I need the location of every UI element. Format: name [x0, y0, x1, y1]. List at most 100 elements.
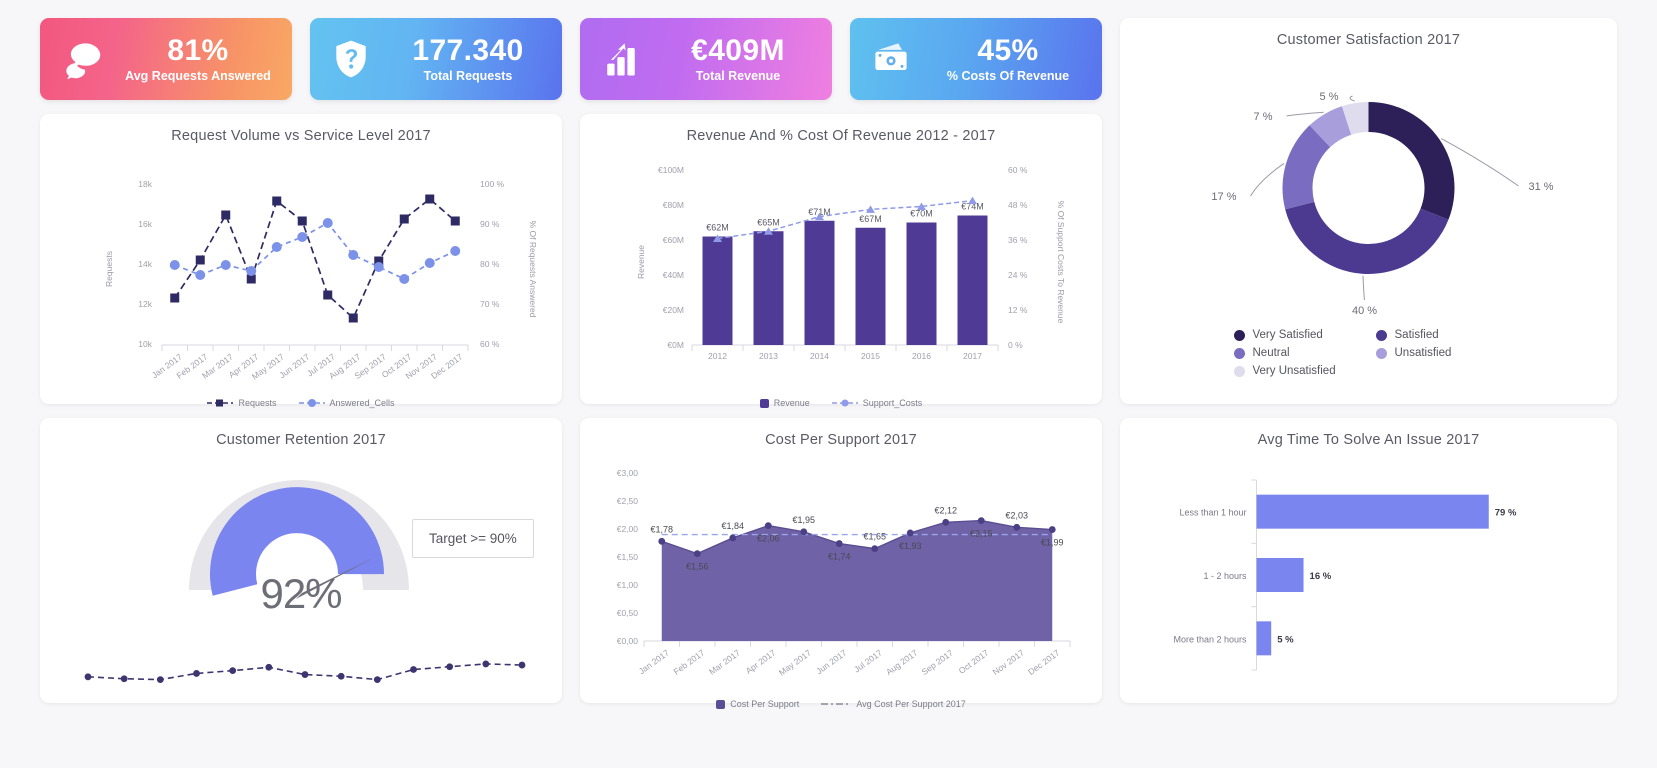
y2-axis-label: % Of Requests Answered	[528, 221, 538, 318]
chart-title-avg-time-to-solve: Avg Time To Solve An Issue 2017	[1257, 432, 1480, 448]
y2-tick: 36 %	[1008, 235, 1028, 245]
y-tick-marks	[1251, 479, 1257, 671]
svg-text:€67M: €67M	[859, 214, 882, 224]
y-tick: €80M	[663, 200, 684, 210]
y-tick: €1,00	[617, 580, 639, 590]
y-tick: 10k	[138, 339, 152, 349]
legend-item-very-unsatisfied[interactable]: Very Unsatisfied	[1233, 365, 1362, 377]
kpi-value: 81%	[167, 34, 229, 68]
y2-tick: 80 %	[480, 259, 500, 269]
legend-item[interactable]: Avg Cost Per Support 2017	[821, 699, 966, 709]
svg-text:€62M: €62M	[706, 223, 729, 233]
svg-text:1 - 2 hours: 1 - 2 hours	[1203, 571, 1247, 581]
y2-tick: 24 %	[1008, 270, 1028, 280]
svg-text:Nov 2017: Nov 2017	[991, 647, 1027, 677]
y2-tick: 90 %	[480, 219, 500, 229]
svg-text:Jun 2017: Jun 2017	[814, 647, 848, 676]
target-box: Target >= 90%	[412, 519, 534, 558]
svg-text:Less than 1 hour: Less than 1 hour	[1179, 508, 1246, 518]
kpi-row: 81% Avg Requests Answered 177.340 Total …	[40, 18, 1102, 100]
kpi-value: 45%	[977, 34, 1039, 68]
y2-axis-label: % Of Support Costs To Revenue	[1056, 201, 1066, 324]
x-tick-marks	[161, 345, 469, 351]
svg-text:€1,93: €1,93	[899, 541, 922, 551]
svg-text:Oct 2017: Oct 2017	[957, 647, 991, 676]
legend-marker-revenue	[759, 398, 769, 408]
svg-text:Feb 2017: Feb 2017	[671, 647, 706, 676]
series-points-answered	[169, 218, 461, 284]
svg-text:€1,78: €1,78	[650, 524, 673, 534]
kpi-value: 177.340	[412, 34, 524, 68]
legend-marker-avg-cost	[821, 703, 852, 705]
legend-label: Avg Cost Per Support 2017	[856, 699, 966, 709]
svg-text:Aug 2017: Aug 2017	[884, 647, 920, 677]
legend-dot	[1375, 347, 1387, 359]
category-labels: Less than 1 hour 1 - 2 hours More than 2 h…	[1173, 508, 1247, 645]
chart-cost-per-support: €3,00 €2,50 €2,00 €1,50 €1,00 €0,50 €0,0…	[617, 468, 1071, 678]
y2-tick: 100 %	[480, 179, 505, 189]
svg-text:Jul 2017: Jul 2017	[852, 647, 884, 674]
legend-item[interactable]: Cost Per Support	[716, 699, 799, 709]
svg-text:€2,06: €2,06	[757, 534, 780, 544]
gauge-value-text: 92%	[260, 570, 342, 617]
legend-item[interactable]: Support_Costs	[831, 398, 922, 408]
charts-row-1: Request Volume vs Service Level 2017 18k…	[40, 114, 1102, 408]
legend-marker-requests	[207, 399, 234, 407]
card-avg-time-to-solve: Avg Time To Solve An Issue 2017 Less tha…	[1120, 418, 1617, 703]
svg-text:2013: 2013	[759, 351, 778, 361]
svg-text:2012: 2012	[708, 351, 727, 361]
svg-text:Apr 2017: Apr 2017	[744, 647, 778, 676]
legend-cost-per-support: Cost Per Support Avg Cost Per Support 20…	[580, 699, 1102, 709]
legend-item[interactable]: Answered_Cells	[298, 398, 395, 408]
x-tick-labels: Jan 2017Feb 2017Mar 2017Apr 2017May 2017…	[637, 647, 1062, 677]
legend-request-volume: Requests Answered_Cells	[40, 398, 562, 408]
area-cost-per-support	[661, 520, 1053, 641]
legend-item-satisfied[interactable]: Satisfied	[1375, 329, 1504, 341]
y2-tick: 70 %	[480, 299, 500, 309]
legend-item-unsatisfied[interactable]: Unsatisfied	[1375, 347, 1504, 359]
kpi-card-total-requests[interactable]: 177.340 Total Requests	[310, 18, 562, 100]
svg-text:2017: 2017	[963, 351, 982, 361]
svg-text:€1,84: €1,84	[721, 521, 744, 531]
y2-tick: 12 %	[1008, 305, 1028, 315]
kpi-text: 45% % Costs Of Revenue	[928, 35, 1088, 83]
kpi-card-total-revenue[interactable]: €409M Total Revenue	[580, 18, 832, 100]
y-tick: €1,50	[617, 552, 639, 562]
svg-text:79 %: 79 %	[1495, 508, 1517, 519]
chart-customer-satisfaction: 31 % 40 % 17 % 7 % 5 %	[1211, 91, 1553, 317]
y-tick: €0,00	[617, 636, 639, 646]
legend-dot	[1233, 347, 1245, 359]
legend-item[interactable]: Revenue	[759, 398, 810, 408]
svg-text:16 %: 16 %	[1310, 571, 1332, 582]
y-tick: €100M	[658, 165, 684, 175]
legend-label: Revenue	[773, 398, 810, 408]
y2-tick: 60 %	[1008, 165, 1028, 175]
kpi-card-costs-of-revenue[interactable]: 45% % Costs Of Revenue	[850, 18, 1102, 100]
svg-text:€1,74: €1,74	[828, 552, 851, 562]
series-points-support-costs	[713, 196, 977, 243]
money-banknote-icon	[868, 36, 914, 82]
legend-item-very-satisfied[interactable]: Very Satisfied	[1233, 329, 1362, 341]
legend-dot	[1233, 365, 1245, 377]
legend-item[interactable]: Requests	[207, 398, 277, 408]
legend-label: Very Satisfied	[1252, 329, 1323, 341]
svg-text:5 %: 5 %	[1320, 91, 1339, 103]
shield-question-icon	[328, 36, 374, 82]
y-tick: 14k	[138, 259, 152, 269]
legend-revenue-cost: Revenue Support_Costs	[580, 398, 1102, 408]
legend-marker-support-costs	[831, 399, 858, 407]
kpi-value: €409M	[691, 34, 785, 68]
chart-request-volume: 18k 16k 14k 12k 10k 100 % 90 % 80 % 70 %…	[104, 179, 538, 382]
legend-marker-answered	[298, 399, 325, 407]
card-cost-per-support: Cost Per Support 2017 €3,00 €2,50 €2,00 …	[580, 418, 1102, 709]
bars-avg-time	[1256, 494, 1489, 656]
legend-item-neutral[interactable]: Neutral	[1233, 347, 1362, 359]
chart-revenue-cost: €100M €80M €60M €40M €20M €0M 60 % 48 % …	[636, 165, 1066, 361]
y-tick: 12k	[138, 299, 152, 309]
y-tick: €3,00	[617, 468, 639, 478]
kpi-card-avg-requests-answered[interactable]: 81% Avg Requests Answered	[40, 18, 292, 100]
svg-text:2015: 2015	[861, 351, 880, 361]
donut-slices	[1282, 102, 1455, 274]
x-tick-labels: Jan 2017Feb 2017Mar 2017Apr 2017May 2017…	[150, 351, 465, 381]
svg-text:More than 2 hours: More than 2 hours	[1173, 634, 1247, 644]
